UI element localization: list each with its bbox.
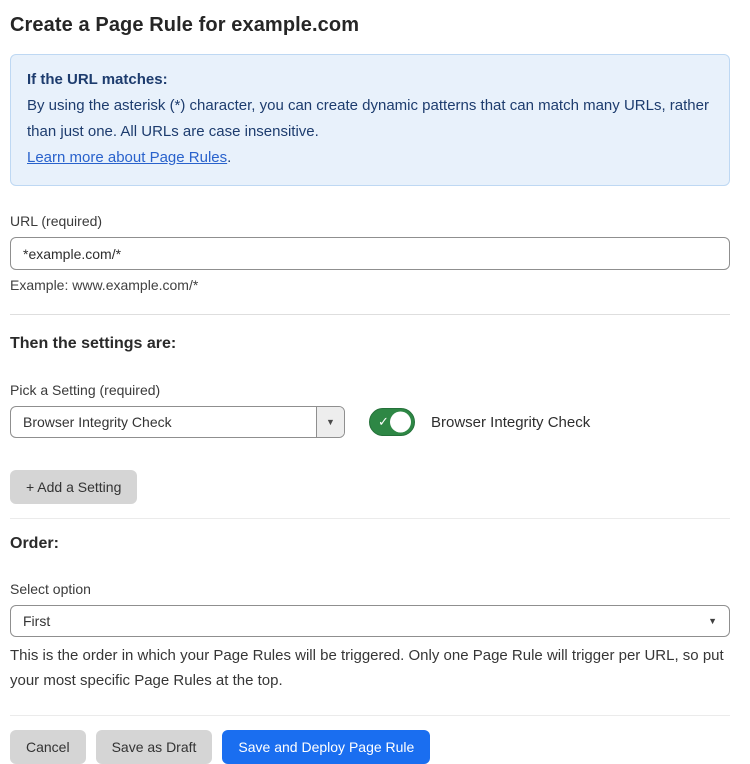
divider: [10, 518, 730, 519]
order-select-value: First: [23, 613, 708, 629]
link-suffix: .: [227, 149, 231, 166]
order-section-heading: Order:: [10, 535, 730, 553]
info-box-body: By using the asterisk (*) character, you…: [27, 93, 713, 145]
save-draft-button[interactable]: Save as Draft: [96, 730, 213, 764]
page-title: Create a Page Rule for example.com: [10, 14, 730, 37]
setting-select-arrow-button[interactable]: ▼: [316, 407, 344, 437]
settings-section-heading: Then the settings are:: [10, 335, 730, 353]
order-helper-text: This is the order in which your Page Rul…: [10, 643, 730, 693]
url-example-helper: Example: www.example.com/*: [10, 277, 730, 293]
toggle-knob: [390, 412, 411, 433]
info-box-link-line: Learn more about Page Rules.: [27, 145, 713, 171]
learn-more-link[interactable]: Learn more about Page Rules: [27, 149, 227, 166]
url-match-info-box: If the URL matches: By using the asteris…: [10, 54, 730, 186]
cancel-button[interactable]: Cancel: [10, 730, 86, 764]
order-select-label: Select option: [10, 581, 730, 597]
footer-actions: Cancel Save as Draft Save and Deploy Pag…: [10, 730, 730, 764]
order-select[interactable]: First ▼: [10, 605, 730, 637]
url-field-label: URL (required): [10, 213, 730, 229]
setting-row: Browser Integrity Check ▼ ✓ Browser Inte…: [10, 406, 730, 438]
browser-integrity-toggle[interactable]: ✓: [369, 408, 415, 436]
info-box-heading: If the URL matches:: [27, 67, 713, 93]
pick-setting-label: Pick a Setting (required): [10, 382, 730, 398]
divider: [10, 314, 730, 315]
chevron-down-icon: ▼: [326, 417, 335, 427]
url-input[interactable]: [10, 237, 730, 270]
setting-select-value: Browser Integrity Check: [11, 407, 316, 437]
page-rule-form: Create a Page Rule for example.com If th…: [0, 0, 750, 764]
chevron-down-icon: ▼: [708, 616, 717, 626]
toggle-wrap: ✓ Browser Integrity Check: [369, 408, 590, 436]
save-deploy-button[interactable]: Save and Deploy Page Rule: [222, 730, 430, 764]
toggle-label: Browser Integrity Check: [431, 414, 590, 431]
divider: [10, 715, 730, 716]
add-setting-button[interactable]: + Add a Setting: [10, 470, 137, 504]
setting-select[interactable]: Browser Integrity Check ▼: [10, 406, 345, 438]
check-icon: ✓: [378, 415, 389, 428]
